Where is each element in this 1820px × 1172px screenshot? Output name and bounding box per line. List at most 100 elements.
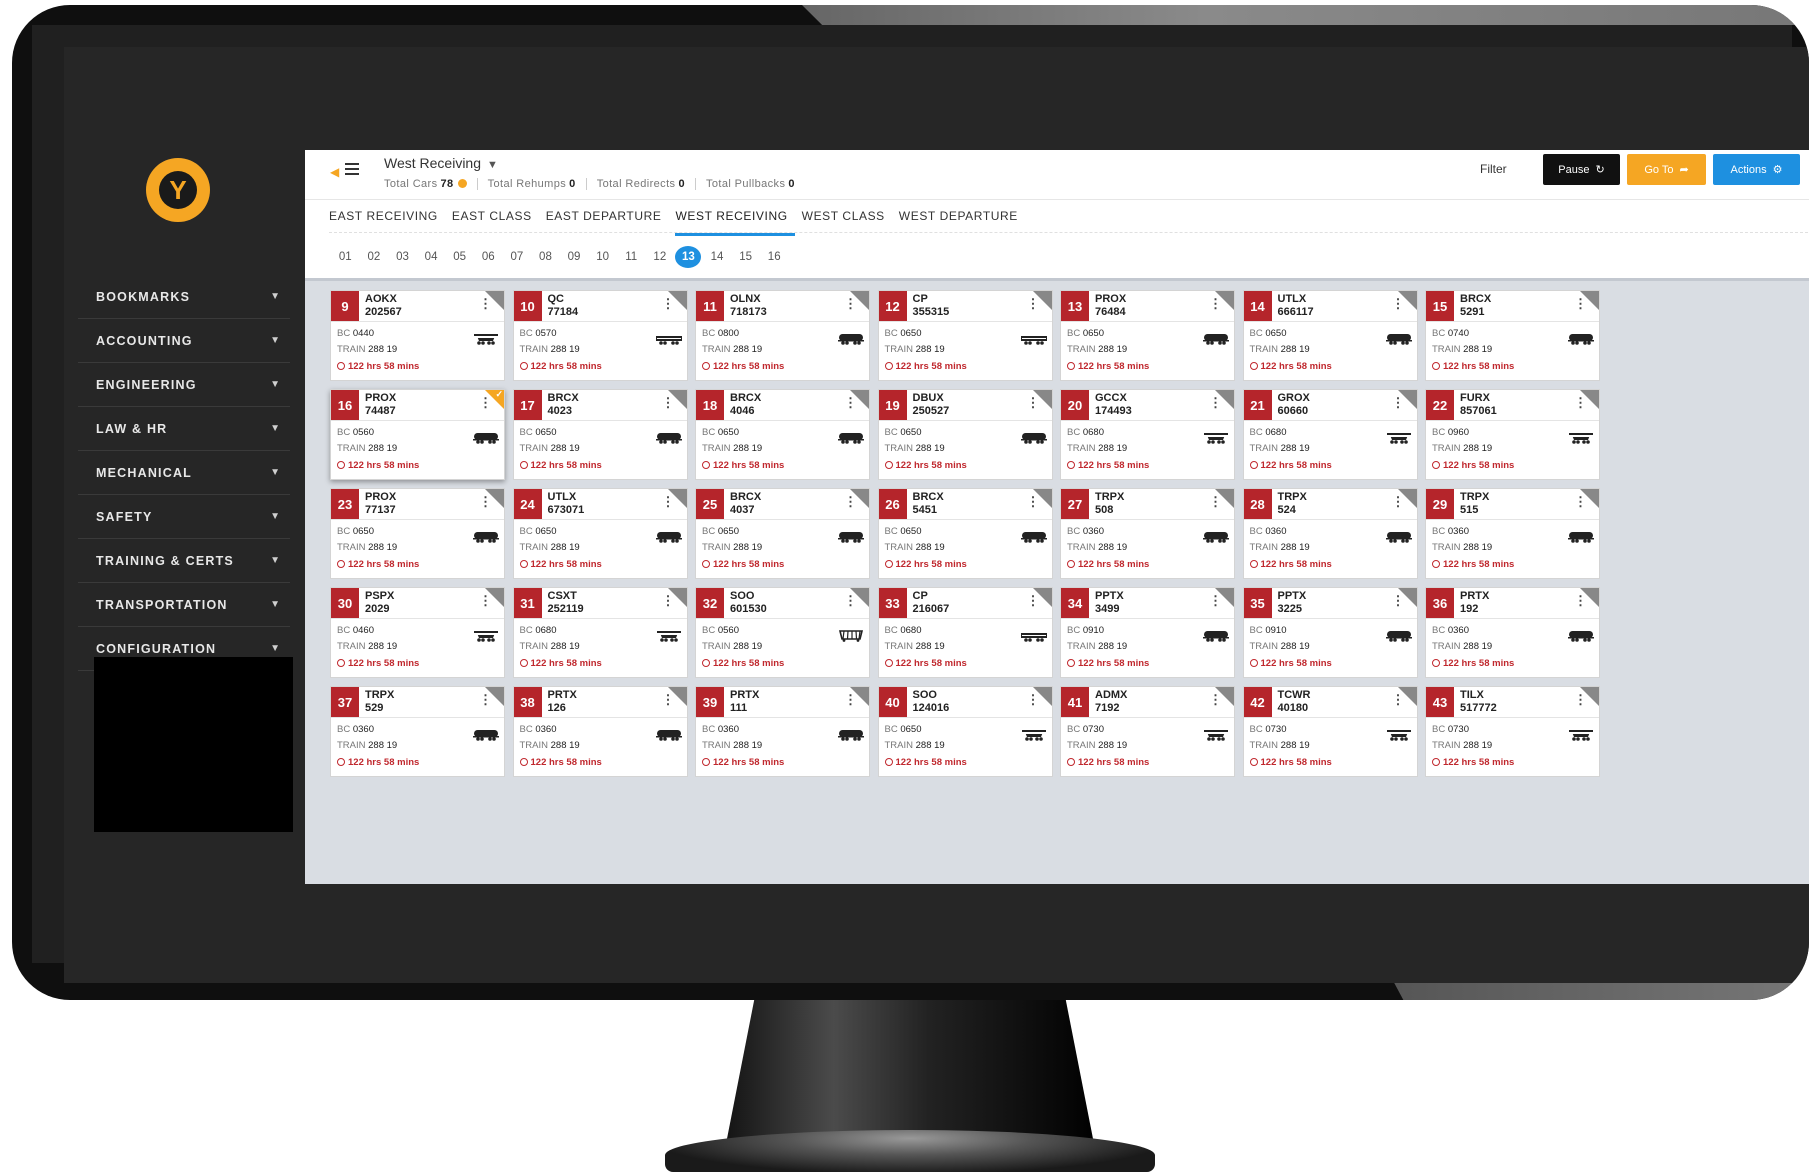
card-corner-tab[interactable] — [1215, 390, 1234, 409]
card-corner-tab[interactable] — [667, 291, 687, 310]
menu-icon[interactable] — [345, 163, 359, 175]
car-card[interactable]: 16 PROX 74487 ⋮ ✓ BC 0560 TRAIN 288 19 122 hrs … — [330, 389, 505, 480]
card-corner-tab[interactable] — [1032, 291, 1052, 310]
page-02[interactable]: 02 — [360, 246, 389, 268]
card-corner-tab[interactable] — [485, 588, 504, 607]
car-card[interactable]: 20 GCCX 174493 ⋮ BC 0680 TRAIN 288 19 122 hrs … — [1060, 389, 1235, 480]
car-card[interactable]: 33 CP 216067 ⋮ BC 0680 TRAIN 288 19 122 hrs 58… — [877, 587, 1053, 678]
filter-button[interactable]: Filter — [1480, 162, 1507, 176]
page-14[interactable]: 14 — [703, 246, 732, 268]
car-card[interactable]: 36 PRTX 192 ⋮ BC 0360 TRAIN 288 19 122 hrs 58 … — [1425, 587, 1600, 678]
card-corner-tab[interactable] — [1397, 291, 1417, 310]
car-card[interactable]: 24 UTLX 673071 ⋮ BC 0650 TRAIN 288 19 122 hrs … — [512, 488, 688, 579]
card-corner-tab[interactable] — [1215, 687, 1234, 706]
card-corner-tab[interactable] — [1397, 390, 1417, 409]
car-card[interactable]: 31 CSXT 252119 ⋮ BC 0680 TRAIN 288 19 122 hrs … — [512, 587, 688, 678]
card-corner-tab[interactable] — [667, 588, 687, 607]
car-card[interactable]: 23 PROX 77137 ⋮ BC 0650 TRAIN 288 19 122 hrs 5… — [330, 488, 505, 579]
card-corner-tab[interactable] — [667, 489, 687, 508]
yard-selector[interactable]: West Receiving ▼ — [384, 155, 498, 171]
collapse-arrow-icon[interactable]: ◀ — [330, 165, 339, 179]
page-10[interactable]: 10 — [588, 246, 617, 268]
page-07[interactable]: 07 — [503, 246, 532, 268]
car-card[interactable]: 34 PPTX 3499 ⋮ BC 0910 TRAIN 288 19 122 hrs 58… — [1060, 587, 1235, 678]
car-card[interactable]: 9 AOKX 202567 ⋮ BC 0440 TRAIN 288 19 122 hrs 5… — [330, 290, 505, 381]
car-card[interactable]: 39 PRTX 111 ⋮ BC 0360 TRAIN 288 19 122 hrs 58 … — [695, 686, 870, 777]
goto-button[interactable]: Go To ➦ — [1627, 154, 1706, 185]
page-06[interactable]: 06 — [474, 246, 503, 268]
car-card[interactable]: 25 BRCX 4037 ⋮ BC 0650 TRAIN 288 19 122 hrs 58… — [695, 488, 870, 579]
car-card[interactable]: 14 UTLX 666117 ⋮ BC 0650 TRAIN 288 19 122 hrs … — [1242, 290, 1418, 381]
page-09[interactable]: 09 — [560, 246, 589, 268]
car-card[interactable]: 21 GROX 60660 ⋮ BC 0680 TRAIN 288 19 122 hrs 5… — [1242, 389, 1418, 480]
card-corner-tab[interactable] — [850, 390, 869, 409]
car-card[interactable]: 37 TRPX 529 ⋮ BC 0360 TRAIN 288 19 122 hrs 58 … — [330, 686, 505, 777]
car-card[interactable]: 12 CP 355315 ⋮ BC 0650 TRAIN 288 19 122 hrs 58… — [877, 290, 1053, 381]
card-corner-tab[interactable] — [1032, 588, 1052, 607]
card-corner-tab[interactable] — [850, 588, 869, 607]
page-08[interactable]: 08 — [531, 246, 560, 268]
page-05[interactable]: 05 — [445, 246, 474, 268]
card-corner-tab[interactable] — [1397, 489, 1417, 508]
sidebar-item-law-hr[interactable]: LAW & HR ▼ — [78, 407, 290, 451]
card-corner-tab[interactable] — [1215, 291, 1234, 310]
car-card[interactable]: 22 FURX 857061 ⋮ BC 0960 TRAIN 288 19 122 hrs … — [1425, 389, 1600, 480]
card-corner-tab[interactable] — [1580, 588, 1599, 607]
page-15[interactable]: 15 — [731, 246, 760, 268]
sidebar-item-mechanical[interactable]: MECHANICAL ▼ — [78, 451, 290, 495]
page-03[interactable]: 03 — [388, 246, 417, 268]
card-corner-tab[interactable] — [1397, 687, 1417, 706]
page-16[interactable]: 16 — [760, 246, 789, 268]
card-corner-tab[interactable] — [1032, 687, 1052, 706]
car-card[interactable]: 38 PRTX 126 ⋮ BC 0360 TRAIN 288 19 122 hrs 58 … — [512, 686, 688, 777]
card-corner-tab[interactable] — [667, 687, 687, 706]
car-card[interactable]: 30 PSPX 2029 ⋮ BC 0460 TRAIN 288 19 122 hrs 58… — [330, 587, 505, 678]
pause-button[interactable]: Pause ↻ — [1543, 154, 1620, 185]
card-corner-tab[interactable] — [850, 687, 869, 706]
car-card[interactable]: 19 DBUX 250527 ⋮ BC 0650 TRAIN 288 19 122 hrs … — [877, 389, 1053, 480]
sidebar-item-transportation[interactable]: TRANSPORTATION ▼ — [78, 583, 290, 627]
car-card[interactable]: 28 TRPX 524 ⋮ BC 0360 TRAIN 288 19 122 hrs 58 … — [1242, 488, 1418, 579]
sidebar-item-engineering[interactable]: ENGINEERING ▼ — [78, 363, 290, 407]
car-card[interactable]: 15 BRCX 5291 ⋮ BC 0740 TRAIN 288 19 122 hrs 58… — [1425, 290, 1600, 381]
car-card[interactable]: 42 TCWR 40180 ⋮ BC 0730 TRAIN 288 19 122 hrs 5… — [1242, 686, 1418, 777]
card-corner-tab[interactable] — [485, 489, 504, 508]
car-card[interactable]: 29 TRPX 515 ⋮ BC 0360 TRAIN 288 19 122 hrs 58 … — [1425, 488, 1600, 579]
card-corner-tab[interactable] — [1215, 588, 1234, 607]
page-13[interactable]: 13 — [675, 246, 702, 268]
card-corner-tab[interactable] — [1580, 687, 1599, 706]
car-card[interactable]: 43 TILX 517772 ⋮ BC 0730 TRAIN 288 19 122 hrs … — [1425, 686, 1600, 777]
card-corner-tab[interactable] — [1032, 489, 1052, 508]
card-corner-tab[interactable] — [1580, 291, 1599, 310]
page-01[interactable]: 01 — [331, 246, 360, 268]
card-corner-tab[interactable] — [1215, 489, 1234, 508]
page-04[interactable]: 04 — [417, 246, 446, 268]
card-corner-tab[interactable] — [1032, 390, 1052, 409]
sidebar-item-safety[interactable]: SAFETY ▼ — [78, 495, 290, 539]
card-corner-tab[interactable] — [1580, 390, 1599, 409]
sidebar-item-bookmarks[interactable]: BOOKMARKS ▼ — [78, 275, 290, 319]
car-card[interactable]: 32 SOO 601530 ⋮ BC 0560 TRAIN 288 19 122 hrs 5… — [695, 587, 870, 678]
car-card[interactable]: 35 PPTX 3225 ⋮ BC 0910 TRAIN 288 19 122 hrs 58… — [1242, 587, 1418, 678]
car-card[interactable]: 17 BRCX 4023 ⋮ BC 0650 TRAIN 288 19 122 hrs 58… — [512, 389, 688, 480]
car-card[interactable]: 26 BRCX 5451 ⋮ BC 0650 TRAIN 288 19 122 hrs 58… — [877, 488, 1053, 579]
sidebar-item-accounting[interactable]: ACCOUNTING ▼ — [78, 319, 290, 363]
page-12[interactable]: 12 — [646, 246, 675, 268]
card-corner-tab[interactable] — [667, 390, 687, 409]
sidebar-item-training-certs[interactable]: TRAINING & CERTS ▼ — [78, 539, 290, 583]
page-11[interactable]: 11 — [617, 246, 646, 268]
car-card[interactable]: 13 PROX 76484 ⋮ BC 0650 TRAIN 288 19 122 hrs 5… — [1060, 290, 1235, 381]
railway-company-logo[interactable]: Y — [146, 158, 210, 222]
car-card[interactable]: 10 QC 77184 ⋮ BC 0570 TRAIN 288 19 122 hrs 58 … — [512, 290, 688, 381]
car-card[interactable]: 41 ADMX 7192 ⋮ BC 0730 TRAIN 288 19 122 hrs 58… — [1060, 686, 1235, 777]
card-corner-tab[interactable] — [850, 291, 869, 310]
card-corner-tab[interactable] — [1397, 588, 1417, 607]
car-card[interactable]: 40 SOO 124016 ⋮ BC 0650 TRAIN 288 19 122 hrs 5… — [877, 686, 1053, 777]
car-card[interactable]: 27 TRPX 508 ⋮ BC 0360 TRAIN 288 19 122 hrs 58 … — [1060, 488, 1235, 579]
actions-button[interactable]: Actions ⚙ — [1713, 154, 1800, 185]
car-card[interactable]: 11 OLNX 718173 ⋮ BC 0800 TRAIN 288 19 122 hrs … — [695, 290, 870, 381]
card-corner-tab[interactable] — [850, 489, 869, 508]
card-corner-tab[interactable] — [485, 291, 504, 310]
card-corner-tab[interactable] — [1580, 489, 1599, 508]
car-card[interactable]: 18 BRCX 4046 ⋮ BC 0650 TRAIN 288 19 122 hrs 58… — [695, 389, 870, 480]
